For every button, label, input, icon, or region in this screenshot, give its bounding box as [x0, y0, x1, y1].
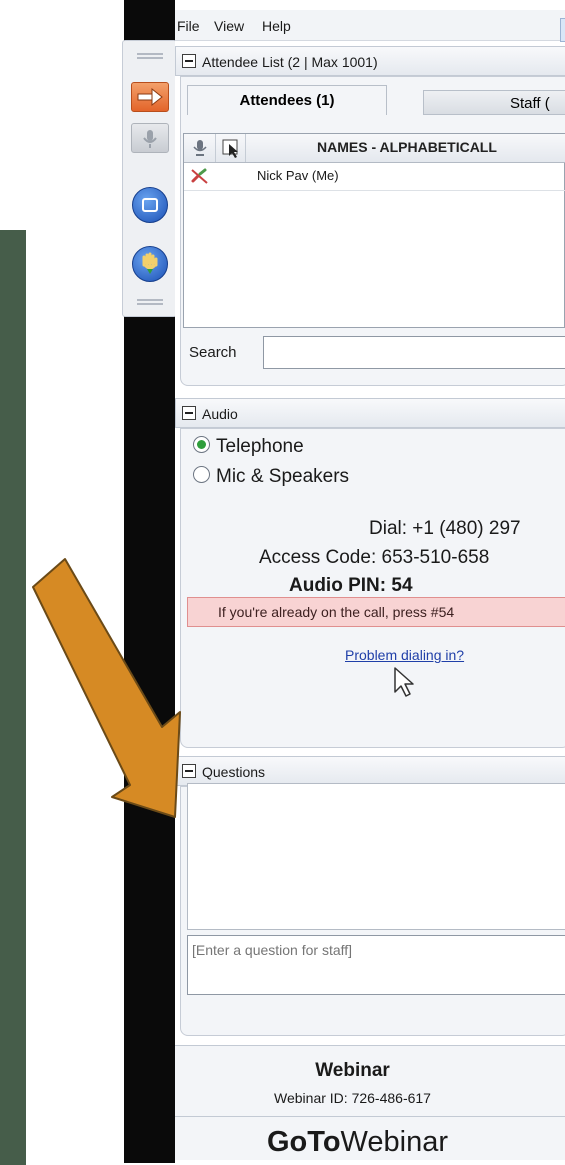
webinar-footer: Webinar Webinar ID: 726-486-617 GoToWebi… — [175, 1045, 565, 1160]
screen-icon — [142, 198, 158, 212]
view-column-header[interactable] — [216, 134, 246, 162]
questions-header[interactable]: Questions — [175, 756, 565, 786]
raise-hand-icon — [142, 252, 158, 274]
attendee-table-header: NAMES - ALPHABETICALL — [184, 134, 565, 163]
access-code-label: Access Code: — [259, 547, 377, 568]
webinar-title: Webinar — [315, 1060, 390, 1081]
attendee-name: Nick Pav (Me) — [257, 168, 339, 183]
telephone-radio[interactable] — [193, 436, 210, 453]
telephone-label: Telephone — [216, 436, 304, 457]
mic-speakers-option[interactable]: Mic & Speakers — [193, 466, 349, 488]
grip-bottom[interactable] — [137, 299, 163, 305]
mic-speakers-radio[interactable] — [193, 466, 210, 483]
table-row[interactable]: Nick Pav (Me) — [184, 162, 565, 191]
search-label: Search — [189, 344, 237, 361]
dial-line: Dial: +1 (480) 297 — [369, 518, 521, 540]
audio-title: Audio — [202, 406, 238, 422]
footer-divider — [175, 1116, 565, 1117]
orange-arrow-icon — [137, 87, 163, 107]
attendee-list-header[interactable]: Attendee List (2 | Max 1001) — [175, 46, 565, 76]
background-panel — [0, 230, 26, 1165]
dial-number: +1 (480) 297 — [412, 518, 521, 539]
muted-phone-icon — [191, 168, 208, 184]
collapse-attendee-list-button[interactable] — [182, 54, 196, 68]
cursor-column-icon — [222, 139, 238, 158]
collapse-questions-button[interactable] — [182, 764, 196, 778]
problem-dialing-link[interactable]: Problem dialing in? — [345, 647, 464, 663]
grip-top[interactable] — [137, 53, 163, 59]
attendee-list-title: Attendee List (2 | Max 1001) — [202, 54, 378, 70]
search-input[interactable] — [263, 336, 565, 369]
tab-attendees[interactable]: Attendees (1) — [187, 85, 387, 115]
mic-speakers-label: Mic & Speakers — [216, 466, 350, 487]
menu-bar: File View Help — [175, 10, 565, 42]
menu-file[interactable]: File — [177, 18, 200, 34]
microphone-icon — [143, 130, 157, 148]
collapse-audio-button[interactable] — [182, 406, 196, 420]
audio-pin-value: 54 — [391, 575, 413, 596]
attendee-table: NAMES - ALPHABETICALL Nick Pav (Me) — [183, 133, 565, 328]
menu-view[interactable]: View — [214, 18, 244, 34]
show-hide-control-panel-button[interactable] — [131, 82, 169, 112]
logo-bold: GoTo — [266, 1126, 341, 1158]
mic-column-header[interactable] — [184, 134, 216, 162]
raise-hand-button[interactable] — [132, 246, 168, 282]
question-input[interactable] — [187, 935, 565, 995]
audio-header[interactable]: Audio — [175, 398, 565, 428]
logo-regular: Webinar — [340, 1126, 449, 1158]
webinar-id: Webinar ID: 726-486-617 — [274, 1090, 431, 1106]
menu-right-edge — [560, 18, 565, 42]
tab-staff[interactable]: Staff ( — [423, 90, 565, 115]
microphone-button[interactable] — [131, 123, 169, 153]
questions-title: Questions — [202, 764, 266, 780]
audio-pin-label: Audio PIN: — [289, 575, 387, 596]
control-panel: File View Help Attendee List (2 | Max 10… — [175, 10, 565, 1160]
already-on-call-notice: If you're already on the call, press #54 — [187, 597, 565, 627]
dial-label: Dial: — [369, 518, 408, 539]
telephone-option[interactable]: Telephone — [193, 436, 304, 458]
grab-tab — [122, 40, 177, 317]
menu-help[interactable]: Help — [262, 18, 291, 34]
pointer-cursor-icon — [394, 667, 414, 697]
gotowebinar-logo: GoToWebinar — [175, 1126, 540, 1159]
screen-button[interactable] — [132, 187, 168, 223]
questions-log — [187, 783, 565, 930]
names-column-header[interactable]: NAMES - ALPHABETICALL — [317, 139, 497, 155]
access-code-line: Access Code: 653-510-658 — [259, 547, 489, 569]
access-code-value: 653-510-658 — [381, 547, 490, 568]
mic-column-icon — [193, 140, 207, 156]
audio-pin-line: Audio PIN: 54 — [289, 575, 413, 597]
